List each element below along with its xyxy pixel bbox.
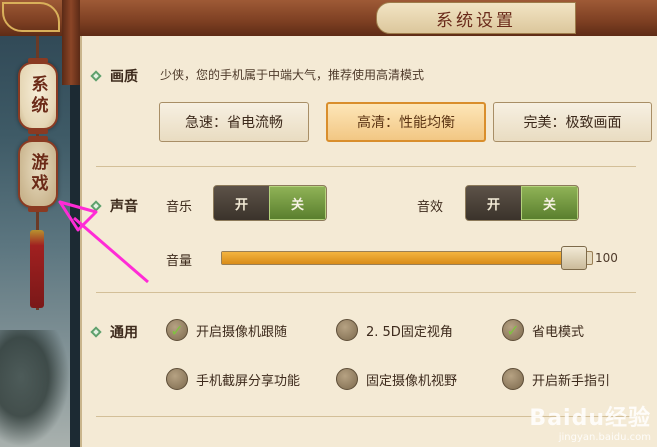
- tab-system-label: 系统: [27, 75, 48, 117]
- frame-ornament: [2, 2, 60, 32]
- tassel-ornament: [30, 230, 44, 308]
- checkbox-icon: [336, 319, 358, 341]
- camera-follow-label: 开启摄像机跟随: [196, 324, 288, 340]
- divider: [96, 166, 636, 167]
- tab-system[interactable]: 系统: [18, 58, 58, 134]
- checkbox-icon: ✓: [166, 319, 188, 341]
- music-on-option[interactable]: 开: [214, 186, 269, 220]
- quality-perfect-label: 完美：极致画面: [523, 115, 622, 131]
- camera-follow-checkbox[interactable]: ✓ 开启摄像机跟随: [166, 319, 287, 341]
- volume-label: 音量: [166, 254, 193, 269]
- music-label: 音乐: [166, 200, 193, 215]
- watermark-brand: Baidu经验: [529, 406, 651, 431]
- volume-slider-thumb[interactable]: [561, 246, 587, 270]
- fixed-view-checkbox[interactable]: 2. 5D固定视角: [336, 319, 453, 341]
- fixed-camera-fov-label: 固定摄像机视野: [366, 373, 458, 389]
- watermark-url: jingyan.baidu.com: [558, 432, 651, 443]
- frame-post: [62, 0, 80, 85]
- page-title: 系统设置: [376, 2, 576, 34]
- volume-slider-fill: [222, 252, 576, 264]
- volume-slider-track[interactable]: [221, 251, 593, 265]
- power-saving-label: 省电模式: [532, 324, 585, 340]
- beginner-guide-checkbox[interactable]: 开启新手指引: [502, 368, 610, 390]
- beginner-guide-label: 开启新手指引: [532, 373, 611, 389]
- scenery-tree: [0, 330, 70, 447]
- annotation-arrow-icon: [58, 200, 149, 284]
- quality-label: 画质: [110, 69, 138, 85]
- checkbox-icon: [502, 368, 524, 390]
- diamond-bullet-icon: [90, 70, 102, 82]
- music-toggle[interactable]: 开 关: [213, 185, 327, 221]
- quality-hint: 少侠，您的手机属于中端大气，推荐使用高清模式: [160, 68, 425, 82]
- quality-hd-button[interactable]: 高清：性能均衡: [326, 102, 486, 142]
- watermark: Baidu经验 jingyan.baidu.com: [529, 400, 651, 443]
- music-off-option[interactable]: 关: [269, 186, 326, 220]
- effects-label: 音效: [417, 200, 444, 215]
- divider: [96, 292, 636, 293]
- quality-perfect-button[interactable]: 完美：极致画面: [493, 102, 652, 142]
- checkbox-icon: ✓: [502, 319, 524, 341]
- effects-off-option[interactable]: 关: [521, 186, 578, 220]
- power-saving-checkbox[interactable]: ✓ 省电模式: [502, 319, 584, 341]
- quality-section-label: 画质: [90, 66, 138, 86]
- general-section-label: 通用: [90, 322, 138, 342]
- volume-value: 100: [595, 251, 618, 265]
- general-label: 通用: [110, 325, 138, 341]
- quality-fast-label: 急速：省电流畅: [185, 115, 283, 131]
- checkbox-icon: [166, 368, 188, 390]
- fixed-camera-fov-checkbox[interactable]: 固定摄像机视野: [336, 368, 457, 390]
- effects-on-option[interactable]: 开: [466, 186, 521, 220]
- fixed-view-label: 2. 5D固定视角: [366, 324, 453, 340]
- checkbox-icon: [336, 368, 358, 390]
- quality-hd-label: 高清：性能均衡: [357, 115, 455, 131]
- screenshot-share-checkbox[interactable]: 手机截屏分享功能: [166, 368, 300, 390]
- tab-game-label: 游戏: [27, 153, 48, 195]
- diamond-bullet-icon: [90, 326, 102, 338]
- screenshot-share-label: 手机截屏分享功能: [196, 373, 301, 389]
- effects-toggle[interactable]: 开 关: [465, 185, 579, 221]
- quality-fast-button[interactable]: 急速：省电流畅: [159, 102, 309, 142]
- tab-game[interactable]: 游戏: [18, 136, 58, 212]
